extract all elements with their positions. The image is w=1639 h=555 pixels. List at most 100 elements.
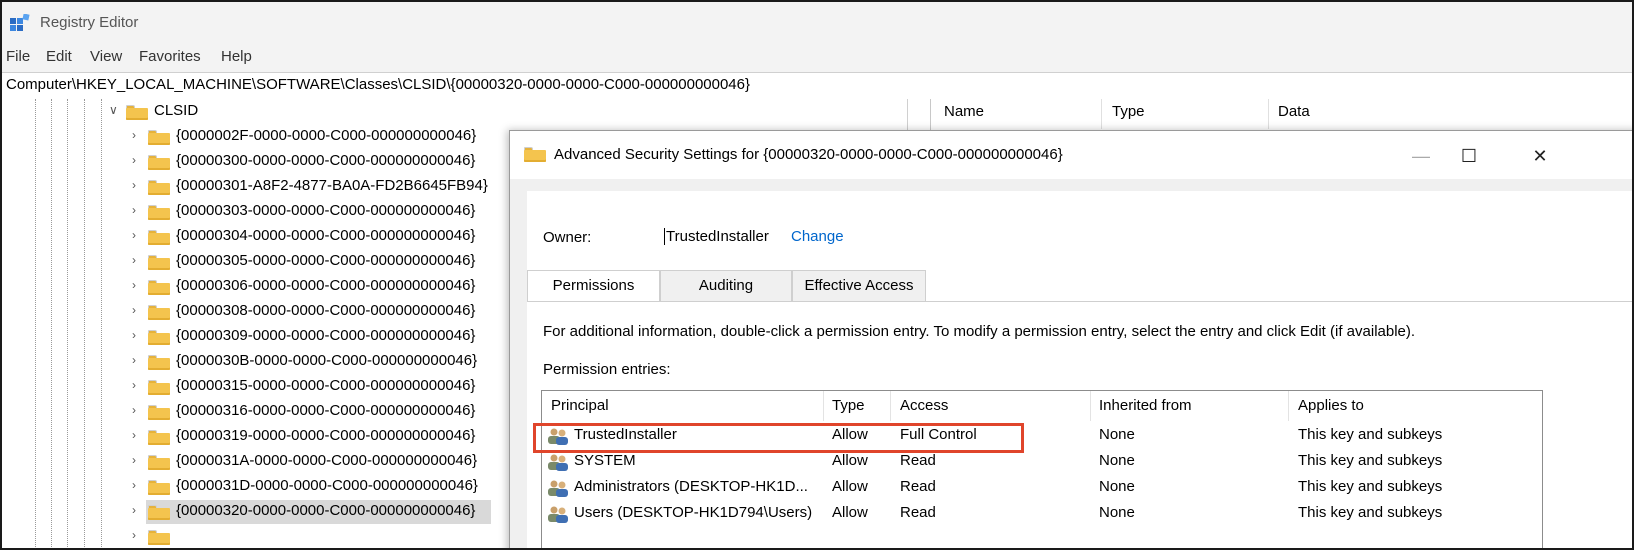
column-separator[interactable] <box>1101 99 1102 129</box>
cell-inherited-from: None <box>1099 426 1135 443</box>
folder-icon <box>148 330 170 345</box>
cell-applies-to: This key and subkeys <box>1298 504 1443 521</box>
tree-node-label: {0000002F-0000-0000-C000-000000000046} <box>176 127 477 144</box>
folder-icon <box>148 305 170 320</box>
chevron-right-icon[interactable]: › <box>132 403 136 417</box>
cell-applies-to: This key and subkeys <box>1298 478 1443 495</box>
info-text: For additional information, double-click… <box>543 323 1416 340</box>
chevron-right-icon[interactable]: › <box>132 328 136 342</box>
table-row[interactable]: Administrators (DESKTOP-HK1D... Allow Re… <box>542 475 1542 501</box>
tree-node-label: {00000320-0000-0000-C000-000000000046} <box>176 502 476 519</box>
folder-icon <box>524 147 546 162</box>
chevron-right-icon[interactable]: › <box>132 353 136 367</box>
folder-icon <box>148 455 170 470</box>
chevron-right-icon[interactable]: › <box>132 428 136 442</box>
cell-type: Allow <box>832 452 868 469</box>
folder-icon <box>148 130 170 145</box>
permission-entries-label: Permission entries: <box>543 361 671 378</box>
tab-strip: Permissions Auditing Effective Access <box>527 270 1632 302</box>
header-access[interactable]: Access <box>900 391 948 421</box>
tree-node-label: {0000031D-0000-0000-C000-000000000046} <box>176 477 478 494</box>
owner-label: Owner: <box>543 229 592 246</box>
folder-icon <box>148 530 170 545</box>
close-button[interactable]: ✕ <box>1517 141 1563 171</box>
cell-principal: SYSTEM <box>574 452 636 469</box>
user-group-icon <box>548 480 568 497</box>
header-applies-to[interactable]: Applies to <box>1298 391 1364 421</box>
column-separator[interactable] <box>823 391 824 421</box>
menu-help[interactable]: Help <box>221 48 252 65</box>
column-separator[interactable] <box>1090 391 1091 421</box>
app-title: Registry Editor <box>40 14 139 31</box>
chevron-right-icon[interactable]: › <box>132 303 136 317</box>
chevron-right-icon[interactable]: › <box>132 128 136 142</box>
tab-auditing[interactable]: Auditing <box>660 270 792 301</box>
folder-icon <box>148 480 170 495</box>
header-inherited-from[interactable]: Inherited from <box>1099 391 1192 421</box>
folder-icon <box>148 430 170 445</box>
chevron-right-icon[interactable]: › <box>132 178 136 192</box>
menu-edit[interactable]: Edit <box>46 48 72 65</box>
folder-icon <box>148 155 170 170</box>
change-owner-link[interactable]: Change <box>791 228 844 245</box>
header-principal[interactable]: Principal <box>551 391 609 421</box>
folder-icon <box>148 505 170 520</box>
menu-file[interactable]: File <box>6 48 30 65</box>
chevron-right-icon[interactable]: › <box>132 253 136 267</box>
folder-icon <box>148 355 170 370</box>
registry-titlebar[interactable]: Registry Editor <box>2 2 1632 44</box>
tree-node-label: {00000300-0000-0000-C000-000000000046} <box>176 152 476 169</box>
chevron-right-icon[interactable]: › <box>132 453 136 467</box>
tree-node-label: {00000319-0000-0000-C000-000000000046} <box>176 427 476 444</box>
tab-permissions[interactable]: Permissions <box>527 270 660 302</box>
folder-icon <box>148 230 170 245</box>
tree-node-clsid[interactable]: ∨ CLSID <box>2 99 907 125</box>
column-separator[interactable] <box>1288 391 1289 421</box>
cell-inherited-from: None <box>1099 452 1135 469</box>
column-header-data[interactable]: Data <box>1278 103 1310 133</box>
cell-principal: Administrators (DESKTOP-HK1D... <box>574 478 808 495</box>
folder-icon <box>148 255 170 270</box>
chevron-right-icon[interactable]: › <box>132 528 136 542</box>
chevron-down-icon[interactable]: ∨ <box>109 103 118 117</box>
user-group-icon <box>548 506 568 523</box>
chevron-right-icon[interactable]: › <box>132 378 136 392</box>
chevron-right-icon[interactable]: › <box>132 153 136 167</box>
menu-view[interactable]: View <box>90 48 122 65</box>
header-type[interactable]: Type <box>832 391 865 421</box>
tree-node-label: {00000308-0000-0000-C000-000000000046} <box>176 302 476 319</box>
address-path[interactable]: Computer\HKEY_LOCAL_MACHINE\SOFTWARE\Cla… <box>6 76 750 93</box>
tree-node-label: {00000301-A8F2-4877-BA0A-FD2B6645FB94} <box>176 177 488 194</box>
tree-node-label: {00000303-0000-0000-C000-000000000046} <box>176 202 476 219</box>
chevron-right-icon[interactable]: › <box>132 478 136 492</box>
annotation-highlight-box <box>533 423 1024 453</box>
chevron-right-icon[interactable]: › <box>132 203 136 217</box>
chevron-right-icon[interactable]: › <box>132 503 136 517</box>
cell-access: Read <box>900 478 936 495</box>
dialog-title: Advanced Security Settings for {00000320… <box>554 146 1063 163</box>
table-row[interactable]: Users (DESKTOP-HK1D794\Users) Allow Read… <box>542 501 1542 527</box>
registry-editor-icon <box>10 14 30 31</box>
user-group-icon <box>548 454 568 471</box>
chevron-right-icon[interactable]: › <box>132 228 136 242</box>
tree-node-label: CLSID <box>154 102 199 119</box>
column-separator[interactable] <box>1268 99 1269 129</box>
cell-applies-to: This key and subkeys <box>1298 452 1443 469</box>
chevron-right-icon[interactable]: › <box>132 278 136 292</box>
owner-value[interactable]: TrustedInstaller <box>664 228 769 245</box>
dialog-titlebar[interactable]: Advanced Security Settings for {00000320… <box>510 131 1632 179</box>
column-separator[interactable] <box>890 391 891 421</box>
folder-icon <box>126 105 148 120</box>
address-bar[interactable]: Computer\HKEY_LOCAL_MACHINE\SOFTWARE\Cla… <box>2 72 1632 100</box>
advanced-security-dialog: Advanced Security Settings for {00000320… <box>509 130 1632 548</box>
column-header-type[interactable]: Type <box>1112 103 1145 133</box>
permission-entries-table[interactable]: Principal Type Access Inherited from App… <box>541 390 1543 548</box>
column-header-name[interactable]: Name <box>944 103 984 133</box>
menu-favorites[interactable]: Favorites <box>139 48 201 65</box>
maximize-button[interactable]: ☐ <box>1446 141 1492 171</box>
tree-node-label: {0000031A-0000-0000-C000-000000000046} <box>176 452 478 469</box>
tab-effective-access[interactable]: Effective Access <box>792 270 926 301</box>
menu-bar: File Edit View Favorites Help <box>2 44 1632 72</box>
minimize-button[interactable]: — <box>1398 141 1444 171</box>
cell-access: Read <box>900 452 936 469</box>
